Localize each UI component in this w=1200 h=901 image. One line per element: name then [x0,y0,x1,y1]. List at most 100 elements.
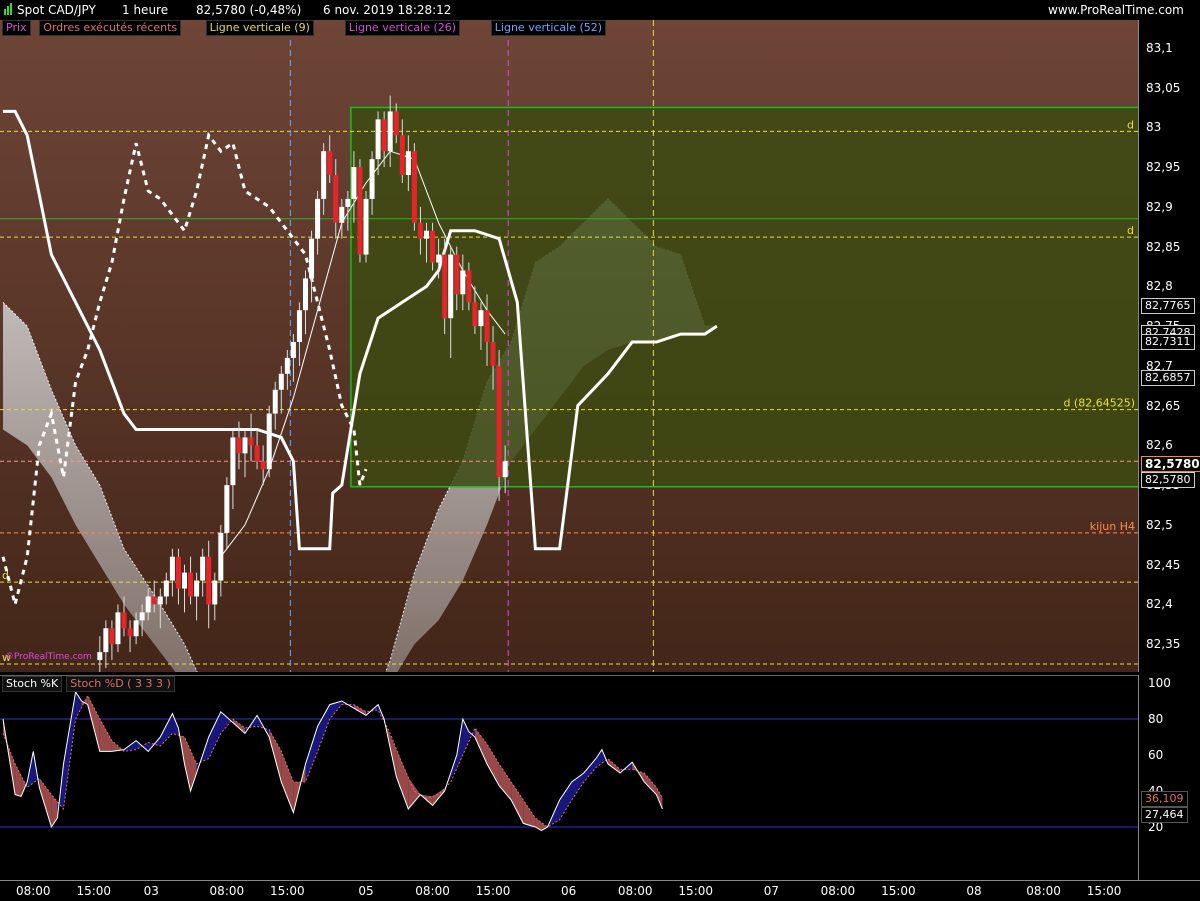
candle [424,230,429,239]
price-tag-6: 82,5780 [1141,471,1195,488]
price-tick: 82,35 [1146,637,1181,652]
time-tick: 08:00 [617,884,653,898]
candle [188,572,194,597]
candle [103,628,109,653]
time-tick: 15:00 [678,884,714,898]
level-label-1: d [1127,118,1134,131]
price-tag-4: 82,6857 [1141,370,1195,387]
candle [369,159,375,199]
candle [254,445,260,462]
candle [357,167,363,255]
candle [502,461,508,478]
candle [212,580,218,605]
price-tick: 82,65 [1146,398,1181,413]
price-tick: 82,45 [1146,557,1181,572]
candle [466,270,472,303]
quote-datetime: 6 nov. 2019 18:28:12 [323,3,452,17]
price-chart-svg: ddd (82,64525)dwkijun H4 [0,20,1145,725]
level-label-2: d [1127,224,1134,237]
legend-item-4[interactable]: Ligne verticale (26) [344,20,461,36]
candle [454,254,460,295]
price-tick: 83 [1146,120,1162,135]
legend-item-5[interactable]: Ligne verticale (52) [490,20,607,36]
candle [127,628,133,637]
candle [405,151,411,176]
status-icon [4,3,12,18]
candle [478,310,484,327]
candle [351,167,357,199]
candle [260,461,266,470]
candle [345,198,351,207]
legend-item-1[interactable]: Prix [2,20,31,36]
candle [278,373,284,390]
time-axis[interactable]: 08:00 15:00 03 08:00 15:00 05 08:00 15:00 06 08:0… [0,880,1200,901]
candle [115,612,121,645]
candle [224,485,230,533]
candle [417,222,423,239]
last-quote: 82,5780 (-0,48%) [196,3,302,17]
candle [411,151,417,223]
candle [484,310,490,343]
candle [442,254,448,319]
candle [157,596,163,605]
candle [169,556,175,581]
time-tick: 15:00 [475,884,511,898]
price-chart[interactable]: ddd (82,64525) d w kijun H4 Prix Ordres exéc… [0,20,1145,725]
brand-link[interactable]: www.ProRealTime.com [1048,3,1184,17]
candle [387,111,393,152]
candle [490,342,496,366]
instrument-name: Spot CAD/JPY [17,3,96,17]
price-tick: 83,1 [1146,40,1173,55]
stoch-axis[interactable]: 1008060402036,10927,464 [1138,675,1200,880]
price-tick: 82,9 [1146,199,1173,214]
legend-item-2[interactable]: Ordres exécutés récents [39,20,182,36]
candle [200,556,206,581]
title-bar: Spot CAD/JPY 1 heure 82,5780 (-0,48%) 6 … [0,0,1200,20]
time-tick: 08:00 [209,884,245,898]
time-tick: 08:00 [15,884,51,898]
stoch-tick: 100 [1148,676,1171,690]
stoch-tag-1: 36,109 [1141,791,1188,807]
time-tick: 06 [561,884,577,898]
price-axis[interactable]: 83,183,058382,9582,982,8582,882,7582,782… [1138,20,1200,672]
stoch-d-label: Stoch %D ( 3 3 3 ) [66,676,175,692]
time-tick: 15:00 [76,884,112,898]
time-tick: 03 [143,884,159,898]
price-tag-3: 82,7311 [1141,334,1195,351]
candle [333,175,339,223]
time-tick: 15:00 [270,884,305,898]
watermark: ©ProRealTime.com [5,652,92,662]
time-tick: 08:00 [820,884,856,898]
level-label-3: d (82,64525) [1063,397,1135,410]
price-tick: 82,5 [1146,517,1173,532]
time-tick: 15:00 [881,884,916,898]
price-tick: 82,4 [1146,597,1173,612]
candle [327,151,333,176]
candle [436,254,442,263]
candle [296,310,302,343]
candle [399,135,405,176]
time-tick: 08 [966,884,982,898]
candle [284,357,290,374]
candle [97,652,103,661]
price-tick: 82,8 [1146,279,1173,294]
candle [315,198,321,239]
candle [381,119,387,152]
candle [133,620,139,637]
candle [375,119,381,160]
candle [182,572,187,589]
candle [303,278,308,311]
candle [242,437,248,454]
candle [266,413,272,470]
candle [321,151,327,199]
timeframe[interactable]: 1 heure [122,3,168,17]
stochastic-svg [0,675,1138,880]
candle [109,628,115,645]
price-tick: 83,05 [1146,80,1181,95]
stoch-legend: Stoch %K Stoch %D ( 3 3 3 ) [2,676,175,692]
stochastic-panel[interactable]: Stoch %K Stoch %D ( 3 3 3 ) [0,675,1138,880]
candle [248,437,254,446]
time-tick: 15:00 [1086,884,1122,898]
legend-item-3[interactable]: Ligne verticale (9) [205,20,314,36]
time-tick: 08:00 [1026,884,1061,898]
